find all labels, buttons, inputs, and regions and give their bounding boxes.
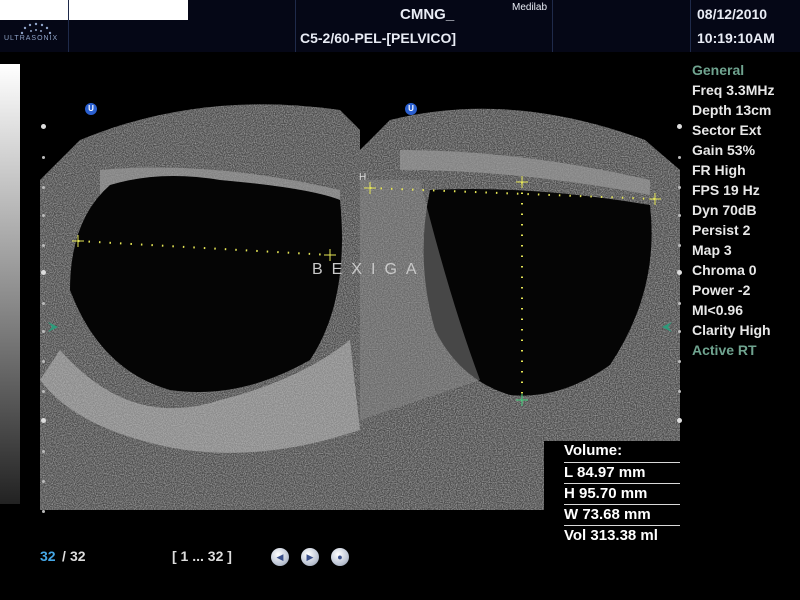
measurement-height: H 95.70 mm bbox=[564, 485, 648, 502]
play-button[interactable]: ▶ bbox=[301, 548, 319, 566]
cine-frame-range[interactable]: [ 1 ... 32 ] bbox=[172, 548, 232, 564]
orientation-marker-icon: U bbox=[85, 103, 97, 115]
brand-name: ULTRASONIX bbox=[4, 35, 59, 42]
header-divider bbox=[690, 0, 691, 52]
setting-map: Map 3 bbox=[692, 242, 732, 258]
ultrasonix-logo-icon bbox=[20, 22, 52, 35]
depth-tick bbox=[678, 214, 681, 217]
image-side-label: H bbox=[359, 172, 367, 183]
exam-time: 10:19:10AM bbox=[697, 30, 775, 46]
depth-tick bbox=[42, 302, 45, 305]
depth-tick bbox=[678, 156, 681, 159]
setting-mechanical-index: MI<0.96 bbox=[692, 302, 743, 318]
depth-tick bbox=[42, 244, 45, 247]
depth-tick bbox=[42, 360, 45, 363]
depth-tick bbox=[42, 214, 45, 217]
depth-tick bbox=[41, 124, 46, 129]
setting-persistence: Persist 2 bbox=[692, 222, 751, 238]
probe-preset: C5-2/60-PEL-[PELVICO] bbox=[300, 30, 457, 46]
depth-tick bbox=[42, 330, 45, 333]
depth-tick bbox=[678, 302, 681, 305]
stop-icon: ● bbox=[337, 551, 343, 562]
depth-tick bbox=[678, 244, 681, 247]
setting-fps: FPS 19 Hz bbox=[692, 182, 760, 198]
setting-clarity: Clarity High bbox=[692, 322, 771, 338]
setting-sector: Sector Ext bbox=[692, 122, 762, 138]
depth-tick bbox=[42, 390, 45, 393]
imaging-settings-panel: General Freq 3.3MHz Depth 13cm Sector Ex… bbox=[692, 60, 800, 360]
cine-total-frames: 32 bbox=[70, 548, 86, 564]
depth-tick bbox=[677, 124, 682, 129]
exam-date: 08/12/2010 bbox=[697, 6, 768, 22]
header-divider bbox=[295, 0, 296, 52]
header-divider bbox=[552, 0, 553, 52]
header-white-patch bbox=[0, 0, 188, 20]
header-divider bbox=[68, 0, 69, 52]
cine-frame-separator: / bbox=[62, 548, 66, 564]
depth-tick bbox=[41, 270, 46, 275]
setting-chroma: Chroma 0 bbox=[692, 262, 757, 278]
depth-tick bbox=[42, 156, 45, 159]
setting-depth: Depth 13cm bbox=[692, 102, 772, 118]
ultrasound-image-left[interactable] bbox=[40, 100, 360, 510]
depth-tick bbox=[678, 360, 681, 363]
grayscale-bar bbox=[0, 64, 20, 504]
rewind-button[interactable]: ◀ bbox=[271, 548, 289, 566]
volume-measurements-box: Volume: L 84.97 mm H 95.70 mm W 73.68 mm… bbox=[544, 441, 680, 547]
play-icon: ▶ bbox=[306, 551, 314, 562]
setting-frequency: Freq 3.3MHz bbox=[692, 82, 775, 98]
measurement-length: L 84.97 mm bbox=[564, 464, 646, 481]
depth-tick bbox=[677, 418, 682, 423]
depth-tick bbox=[42, 450, 45, 453]
setting-power: Power -2 bbox=[692, 282, 751, 298]
depth-tick bbox=[42, 510, 45, 513]
rewind-icon: ◀ bbox=[276, 551, 284, 562]
measurement-width: W 73.68 mm bbox=[564, 506, 651, 523]
setting-gain: Gain 53% bbox=[692, 142, 756, 158]
depth-tick bbox=[42, 480, 45, 483]
depth-tick bbox=[677, 270, 682, 275]
measurement-volume: Vol 313.38 ml bbox=[564, 527, 658, 544]
setting-dynamic-range: Dyn 70dB bbox=[692, 202, 757, 218]
orientation-marker-icon: U bbox=[405, 103, 417, 115]
depth-tick bbox=[678, 390, 681, 393]
status-active-rt: Active RT bbox=[692, 342, 757, 358]
depth-tick bbox=[678, 186, 681, 189]
depth-tick bbox=[42, 186, 45, 189]
stop-button[interactable]: ● bbox=[331, 548, 349, 566]
settings-header: General bbox=[692, 62, 745, 78]
lab-name: Medilab bbox=[512, 2, 548, 13]
hospital-name: CMNG_ bbox=[400, 6, 455, 23]
depth-tick bbox=[41, 418, 46, 423]
setting-frame-rate: FR High bbox=[692, 162, 746, 178]
depth-tick bbox=[678, 330, 681, 333]
organ-annotation: BEXIGA bbox=[312, 261, 426, 278]
cine-current-frame: 32 bbox=[40, 548, 56, 564]
measurement-title: Volume: bbox=[564, 442, 623, 459]
